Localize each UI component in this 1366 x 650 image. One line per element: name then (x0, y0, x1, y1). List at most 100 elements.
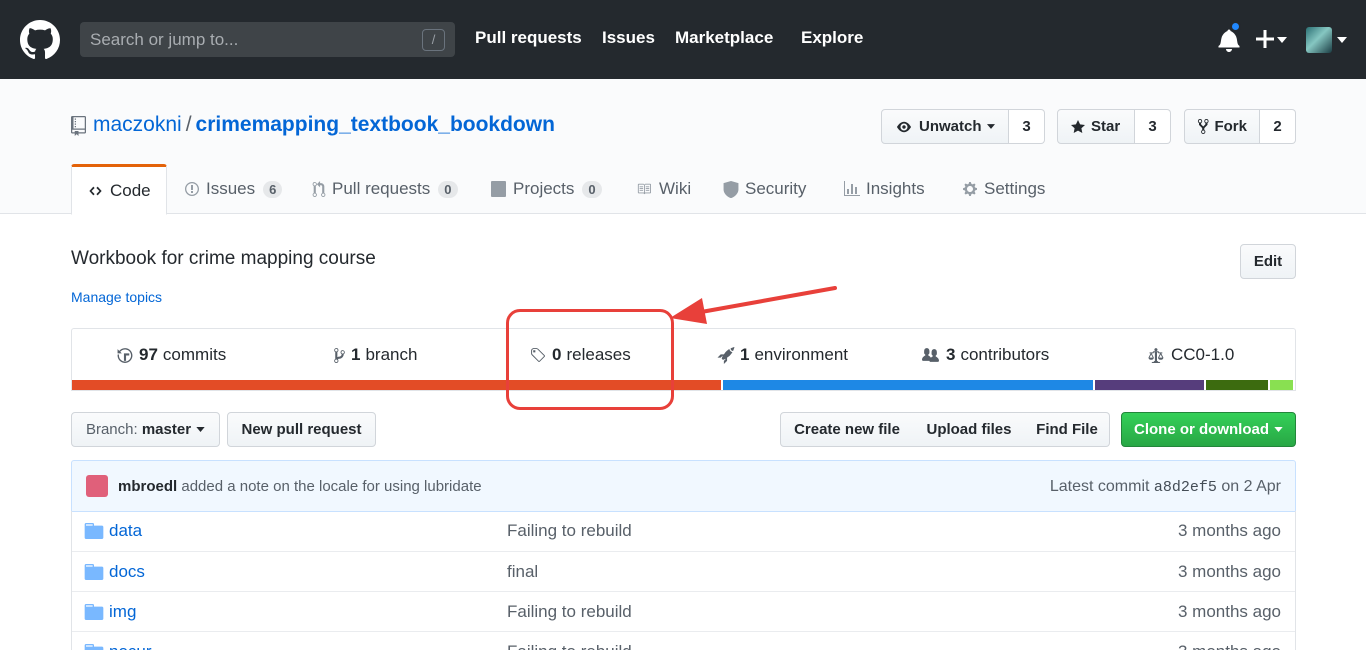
tab-issues[interactable]: Issues 6 (184, 164, 283, 214)
language-segment[interactable] (1094, 380, 1205, 390)
tab-pull-requests[interactable]: Pull requests 0 (312, 164, 458, 214)
repo-name-link[interactable]: crimemapping_textbook_bookdown (196, 113, 555, 136)
rocket-icon (717, 346, 735, 364)
commit-author-avatar[interactable] (86, 475, 108, 497)
repo-icon (71, 116, 86, 136)
star-button-group: Star 3 (1057, 109, 1171, 144)
projects-counter: 0 (582, 180, 602, 198)
tab-projects[interactable]: Projects 0 (490, 164, 602, 214)
create-new-file-button[interactable]: Create new file (780, 412, 914, 447)
file-age: 3 months ago (1177, 602, 1281, 621)
commit-message: mbroedl added a note on the locale for u… (118, 478, 482, 495)
nav-marketplace[interactable]: Marketplace (675, 28, 773, 48)
search-input[interactable] (80, 22, 410, 57)
folder-icon (84, 644, 104, 650)
file-name-link[interactable]: nocur (109, 642, 152, 650)
watch-button-group: Unwatch 3 (881, 109, 1045, 144)
pull-requests-counter: 0 (438, 180, 458, 198)
tab-label: Security (745, 179, 807, 198)
commit-message-text[interactable]: added a note on the locale for using lub… (181, 478, 481, 495)
folder-icon (84, 523, 104, 539)
file-commit-message[interactable]: Failing to rebuild (507, 602, 632, 622)
commit-author[interactable]: mbroedl (118, 478, 177, 495)
clone-or-download-button[interactable]: Clone or download (1121, 412, 1296, 447)
history-icon (117, 347, 133, 363)
code-icon (89, 186, 102, 195)
commit-sha[interactable]: a8d2ef5 (1154, 479, 1217, 496)
new-pull-request-button[interactable]: New pull request (227, 412, 376, 447)
graph-icon (844, 181, 860, 196)
file-commit-message[interactable]: final (507, 562, 538, 582)
upload-files-button[interactable]: Upload files (913, 412, 1026, 447)
commits-count: 97 (139, 345, 158, 364)
tab-settings[interactable]: Settings (962, 164, 1045, 214)
environment-label: environment (754, 345, 849, 364)
top-navigation-bar: / Pull requests Issues Marketplace Explo… (0, 0, 1366, 79)
language-segment[interactable] (722, 380, 1093, 390)
language-bar[interactable] (72, 380, 1295, 390)
notification-indicator (1230, 21, 1241, 32)
user-avatar[interactable] (1306, 27, 1332, 53)
file-row: nocur Failing to rebuild 3 months ago (72, 631, 1295, 650)
gear-icon (963, 182, 977, 196)
tab-code[interactable]: Code (71, 164, 167, 215)
nav-explore[interactable]: Explore (801, 28, 863, 48)
manage-topics-link[interactable]: Manage topics (71, 289, 162, 305)
license-link[interactable]: CC0-1.0 (1148, 345, 1234, 365)
watchers-count[interactable]: 3 (1009, 109, 1045, 144)
file-name-link[interactable]: docs (109, 562, 145, 582)
fork-label: Fork (1214, 118, 1247, 135)
language-segment[interactable] (1269, 380, 1294, 390)
find-file-button[interactable]: Find File (1025, 412, 1110, 447)
fork-icon (1197, 119, 1209, 134)
branch-prefix: Branch: (85, 421, 138, 438)
forks-count[interactable]: 2 (1260, 109, 1296, 144)
search-box: / (80, 22, 455, 57)
file-row: img Failing to rebuild 3 months ago (72, 591, 1295, 631)
plus-icon[interactable] (1256, 30, 1274, 48)
file-age: 3 months ago (1178, 642, 1281, 650)
tab-wiki[interactable]: Wiki (635, 164, 691, 214)
latest-commit-bar: mbroedl added a note on the locale for u… (71, 460, 1296, 512)
issues-counter: 6 (263, 180, 283, 198)
chevron-down-icon (986, 124, 995, 129)
repository-header: maczokni / crimemapping_textbook_bookdown … (0, 79, 1366, 215)
repo-title: maczokni / crimemapping_textbook_bookdown (93, 113, 555, 137)
repo-title-separator: / (185, 113, 192, 136)
branch-select-button[interactable]: Branch: master (71, 412, 220, 447)
stars-count[interactable]: 3 (1135, 109, 1171, 144)
file-commit-message[interactable]: Failing to rebuild (507, 642, 632, 650)
tab-label: Pull requests (332, 179, 431, 198)
edit-description-button[interactable]: Edit (1240, 244, 1296, 279)
tab-label: Settings (984, 179, 1046, 198)
fork-button[interactable]: Fork (1184, 109, 1260, 144)
contributors-count: 3 (946, 345, 956, 364)
repo-summary: 97 commits 1 branch 0 releases 1 environ… (71, 328, 1296, 391)
repo-tabs: Code Issues 6 Pull requests 0 Projects 0… (0, 164, 1366, 215)
star-button[interactable]: Star (1057, 109, 1135, 144)
nav-pull-requests[interactable]: Pull requests (475, 28, 582, 48)
tab-label: Projects (513, 179, 575, 198)
latest-commit-info: Latest commit a8d2ef5 on 2 Apr (1050, 478, 1281, 496)
star-icon (1071, 119, 1085, 133)
commits-link[interactable]: 97 commits (116, 345, 226, 365)
chevron-down-icon (1274, 427, 1283, 432)
file-commit-message[interactable]: Failing to rebuild (507, 521, 632, 541)
file-age: 3 months ago (1177, 562, 1281, 581)
github-logo-icon[interactable] (20, 20, 60, 60)
file-name-link[interactable]: img (109, 602, 136, 622)
license-label: CC0-1.0 (1171, 345, 1235, 364)
tab-insights[interactable]: Insights (844, 164, 925, 214)
highlight-annotation-box (506, 309, 674, 410)
branches-link[interactable]: 1 branch (333, 345, 417, 365)
repo-owner-link[interactable]: maczokni (93, 113, 182, 136)
file-row: data Failing to rebuild 3 months ago (72, 511, 1295, 551)
unwatch-button[interactable]: Unwatch (881, 109, 1009, 144)
contributors-link[interactable]: 3 contributors (920, 345, 1049, 365)
environments-link[interactable]: 1 environment (717, 345, 848, 365)
file-name-link[interactable]: data (109, 521, 142, 541)
tab-security[interactable]: Security (723, 164, 806, 214)
language-segment[interactable] (1206, 380, 1268, 390)
repo-description: Workbook for crime mapping course (71, 248, 376, 269)
nav-issues[interactable]: Issues (602, 28, 655, 48)
